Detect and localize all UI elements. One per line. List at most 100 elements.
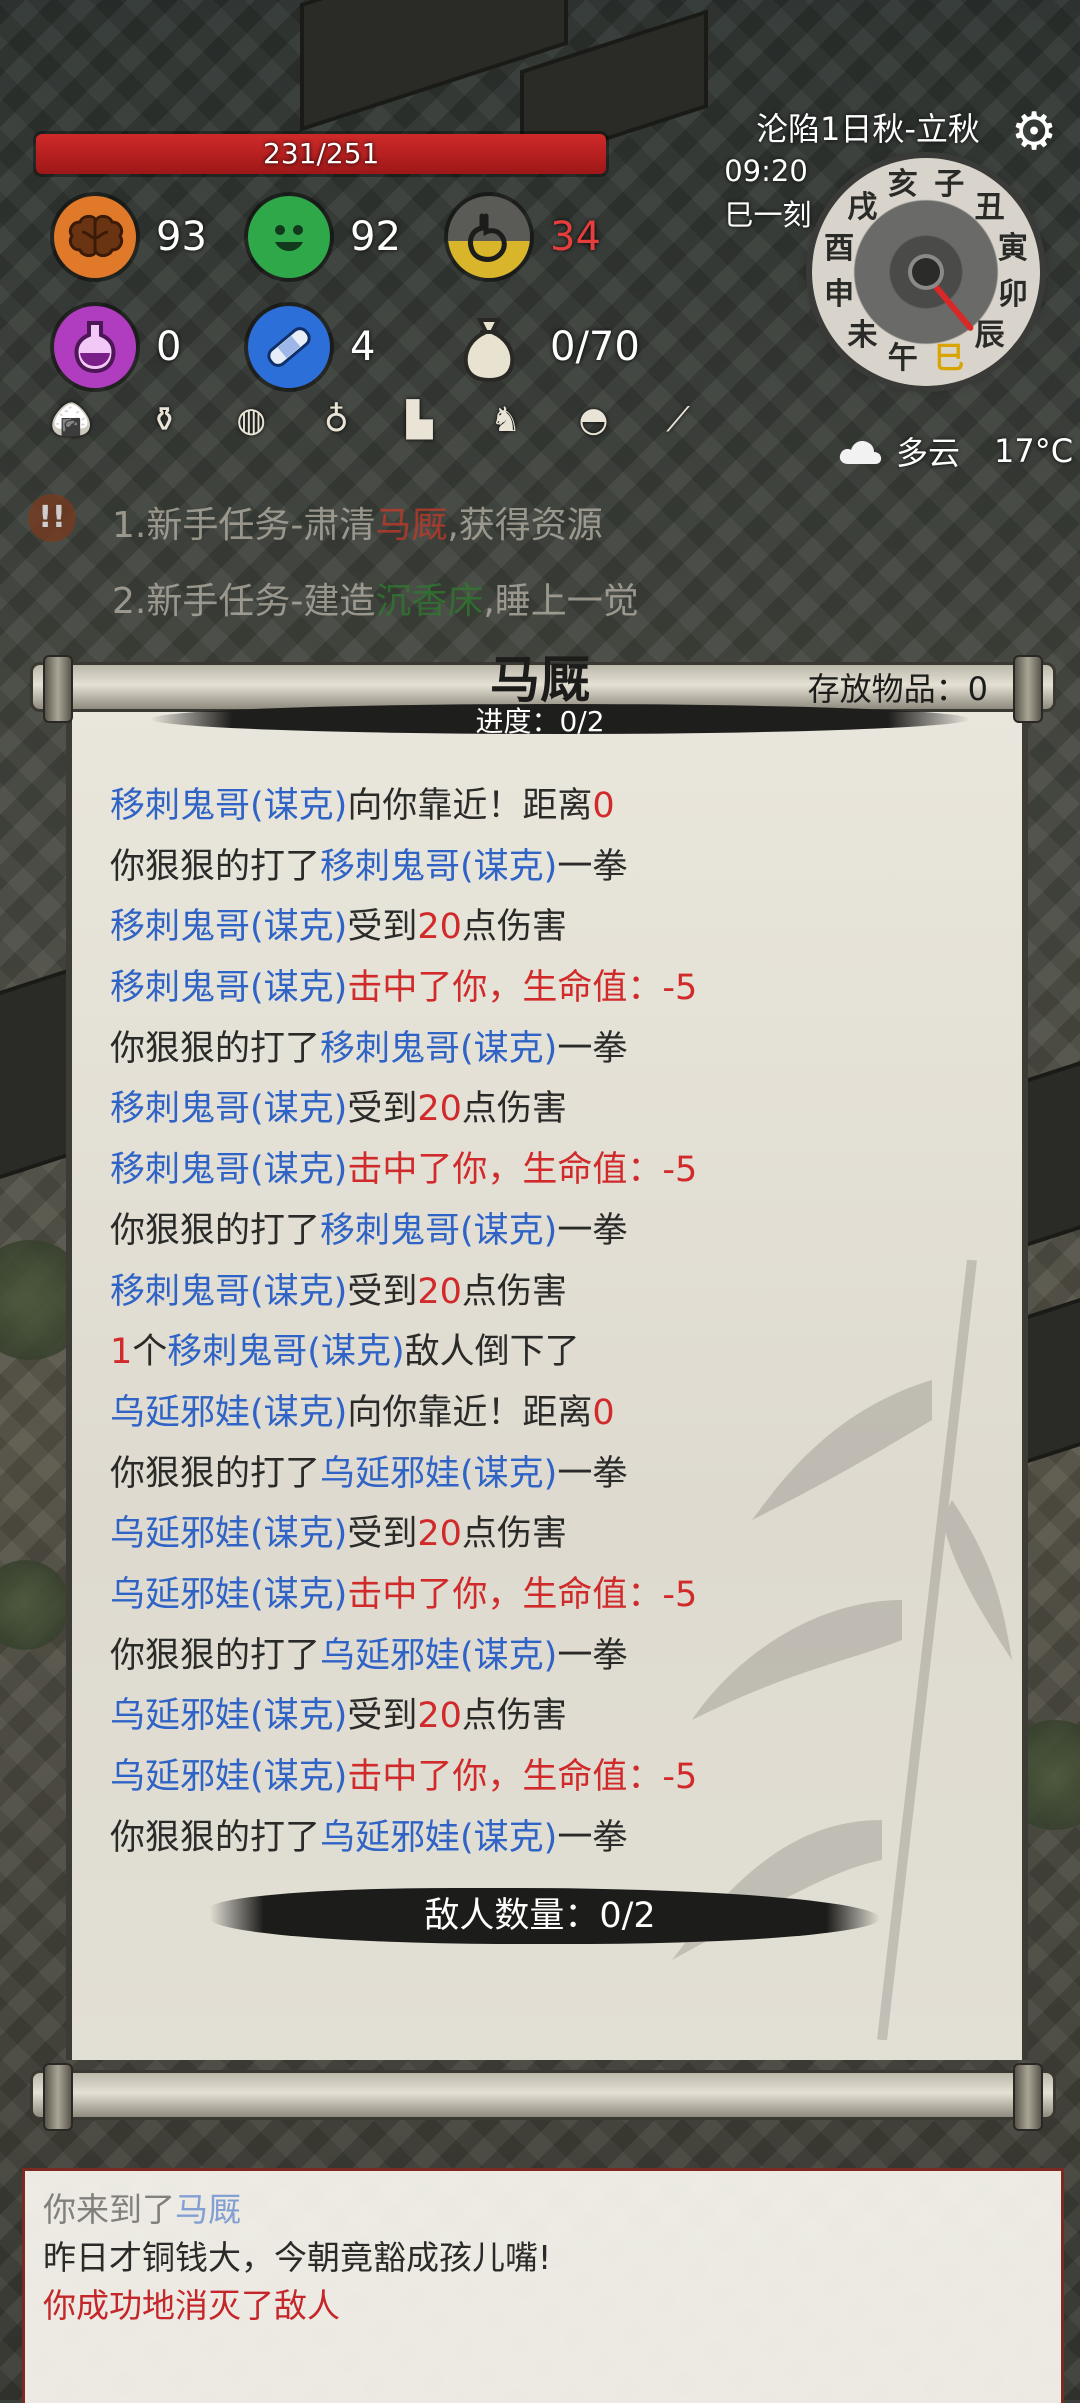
- pouch-icon[interactable]: ◓: [579, 400, 609, 440]
- brain-icon: [54, 196, 136, 278]
- log-text: 点伤害: [461, 1089, 567, 1130]
- battle-log[interactable]: 移刺鬼哥(谋克)向你靠近！距离0 你狠狠的打了移刺鬼哥(谋克)一拳 移刺鬼哥(谋克)…: [110, 776, 990, 1868]
- quest-text: ,获得资源: [447, 505, 603, 546]
- clock-ke: 巳一刻: [724, 198, 812, 232]
- potion-icon: [54, 306, 136, 388]
- message-line: 你成功地消灭了敌人: [43, 2286, 340, 2325]
- enemy-name: 移刺鬼哥(谋克): [320, 1028, 558, 1069]
- enemy-count: 敌人数量：0/2: [424, 1896, 656, 1936]
- log-text: 一拳: [557, 1635, 628, 1676]
- inventory-bar: 🍙 ⚱ ◍ ♁ ▙ ♞ ◓ ⟋: [50, 400, 690, 440]
- building-roof: [1020, 1039, 1080, 1249]
- enemy-name: 移刺鬼哥(谋克): [320, 1210, 558, 1251]
- quest-highlight: 沉香床: [375, 581, 484, 622]
- stat-bandage-value: 4: [350, 324, 376, 370]
- enemy-name: 乌延邪娃(谋克): [110, 1696, 348, 1737]
- dial-hub: [912, 258, 940, 286]
- stat-potion[interactable]: 0: [54, 306, 181, 388]
- enemy-name: 乌延邪娃(谋克): [110, 1514, 348, 1555]
- log-text: 一拳: [557, 1210, 628, 1251]
- log-text: 向你靠近！距离: [347, 786, 593, 826]
- time-dial[interactable]: 子丑寅卯辰巳午未申酉戌亥: [812, 158, 1040, 386]
- battle-number: 20: [417, 1271, 462, 1312]
- enemy-name: 移刺鬼哥(谋克): [110, 1150, 348, 1191]
- weather-condition: 多云: [896, 434, 961, 472]
- battle-log-line: 乌延邪娃(谋克)向你靠近！距离0: [110, 1383, 990, 1444]
- stat-brain[interactable]: 93: [54, 196, 207, 278]
- battle-log-line: 你狠狠的打了移刺鬼哥(谋克)一拳: [110, 837, 990, 898]
- quest-text: 2.新手任务-建造: [112, 581, 376, 622]
- enemy-name: 乌延邪娃(谋克): [320, 1453, 558, 1494]
- enemy-name: 移刺鬼哥(谋克): [110, 907, 348, 948]
- battle-number: 20: [417, 1089, 462, 1130]
- quest-item[interactable]: 1.新手任务-肃清马厩,获得资源: [112, 496, 603, 548]
- log-text: 一拳: [557, 1453, 628, 1494]
- log-text: 你狠狠的打了: [110, 1453, 321, 1494]
- log-text: 受到: [347, 1696, 418, 1737]
- log-text: 点伤害: [461, 1271, 567, 1312]
- smile-icon: [248, 196, 330, 278]
- message-line: 昨日才铜钱大，今朝竟豁成孩儿嘴!: [43, 2238, 552, 2277]
- money-bag-icon: [448, 306, 530, 388]
- stat-hunger-value: 34: [550, 214, 601, 260]
- boot-icon[interactable]: ▙: [406, 400, 432, 440]
- dial-hour-1: 丑: [974, 190, 1005, 226]
- log-text: 一拳: [557, 1817, 628, 1858]
- dial-hour-11: 亥: [887, 167, 918, 203]
- battle-log-line: 乌延邪娃(谋克)受到20点伤害: [110, 1504, 990, 1565]
- horse-icon[interactable]: ♞: [490, 400, 520, 440]
- log-text: 点伤害: [461, 1696, 567, 1737]
- dial-hour-4: 辰: [974, 317, 1005, 353]
- quest-alert-icon[interactable]: !!: [28, 494, 76, 542]
- message-line: 你来到了马厩: [43, 2183, 241, 2231]
- stat-bandage[interactable]: 4: [248, 306, 375, 388]
- battle-number: 0: [592, 1392, 615, 1433]
- dial-hour-2: 寅: [997, 230, 1028, 266]
- dial-hour-10: 戌: [847, 190, 878, 226]
- enemy-name: 移刺鬼哥(谋克): [110, 786, 348, 826]
- gear-icon[interactable]: ⚙: [1006, 104, 1062, 160]
- torch-icon[interactable]: ⟋: [666, 400, 690, 440]
- battle-log-line: 你狠狠的打了移刺鬼哥(谋克)一拳: [110, 1019, 990, 1080]
- clock-time: 09:20: [724, 154, 808, 188]
- battle-log-line: 你狠狠的打了乌延邪娃(谋克)一拳: [110, 1626, 990, 1687]
- log-text: 个: [132, 1332, 168, 1373]
- battle-log-line: 1个移刺鬼哥(谋克)敌人倒下了: [110, 1322, 990, 1383]
- dial-hour-6: 午: [887, 340, 918, 376]
- cake-icon[interactable]: ◍: [236, 400, 266, 440]
- stat-hunger[interactable]: 34: [448, 196, 601, 278]
- quest-highlight: 马厩: [375, 505, 448, 546]
- dial-hour-5: 巳: [934, 340, 965, 376]
- tree: [0, 1560, 70, 1650]
- stat-bag[interactable]: 0/70: [448, 306, 640, 388]
- stat-mood[interactable]: 92: [248, 196, 401, 278]
- scroll-rod-bottom: [30, 2063, 1056, 2131]
- food-icon[interactable]: 🍙: [50, 400, 92, 440]
- log-text: 敌人倒下了: [404, 1332, 580, 1373]
- enemy-name: 移刺鬼哥(谋克): [110, 968, 348, 1009]
- log-text: 受到: [347, 907, 418, 948]
- log-text: 你狠狠的打了: [110, 1028, 321, 1069]
- battle-log-line: 乌延邪娃(谋克)击中了你，生命值：-5: [110, 1565, 990, 1626]
- stat-bag-value: 0/70: [550, 324, 640, 370]
- message-place: 马厩: [175, 2190, 241, 2229]
- message-box[interactable]: 你来到了马厩 昨日才铜钱大，今朝竟豁成孩儿嘴! 你成功地消灭了敌人: [22, 2168, 1064, 2403]
- quest-text: ,睡上一觉: [483, 581, 639, 622]
- battle-log-line: 乌延邪娃(谋克)受到20点伤害: [110, 1686, 990, 1747]
- log-text: 受到: [347, 1271, 418, 1312]
- battle-log-line: 移刺鬼哥(谋克)受到20点伤害: [110, 1262, 990, 1323]
- quest-item[interactable]: 2.新手任务-建造沉香床,睡上一觉: [112, 572, 639, 624]
- dial-hour-3: 卯: [997, 277, 1028, 313]
- storage-count[interactable]: 存放物品：0: [808, 664, 988, 710]
- stat-mood-value: 92: [350, 214, 401, 260]
- enemy-name: 乌延邪娃(谋克): [320, 1635, 558, 1676]
- enemy-name: 乌延邪娃(谋克): [110, 1392, 348, 1433]
- health-bar: 231/251: [36, 134, 607, 174]
- battle-log-line: 你狠狠的打了乌延邪娃(谋克)一拳: [110, 1808, 990, 1869]
- log-text: 你狠狠的打了: [110, 1210, 321, 1251]
- battle-log-line: 移刺鬼哥(谋克)受到20点伤害: [110, 897, 990, 958]
- vase-icon[interactable]: ⚱: [150, 400, 179, 440]
- enemy-name: 移刺鬼哥(谋克): [320, 846, 558, 887]
- bottle-icon[interactable]: ♁: [324, 400, 349, 440]
- battle-number: 击中了你，生命值：-5: [347, 1574, 698, 1615]
